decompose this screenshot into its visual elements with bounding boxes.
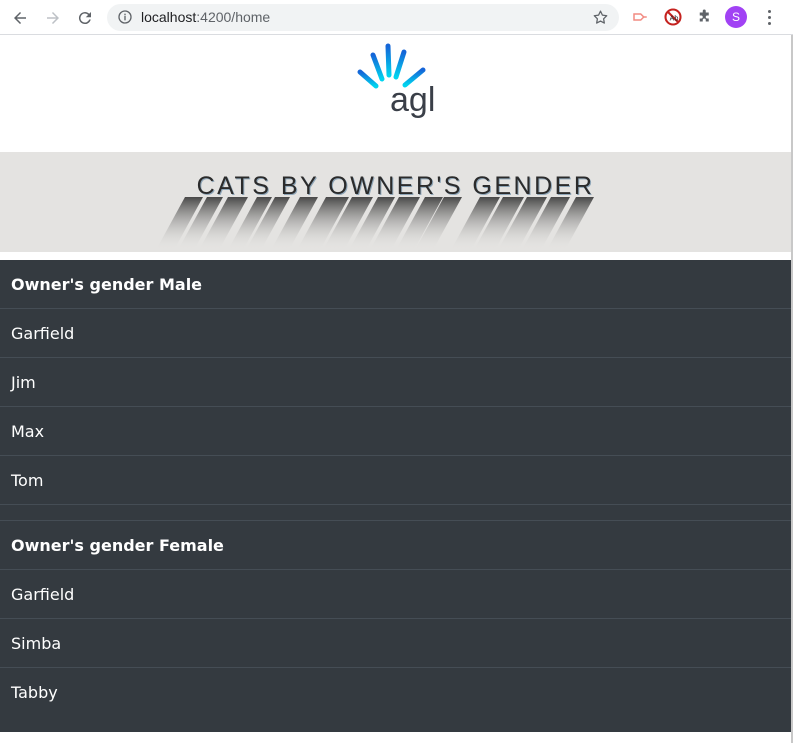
url-host: localhost [141, 9, 197, 25]
avatar-initial: S [731, 10, 740, 24]
adblock-icon[interactable]: Ab [662, 6, 684, 28]
url-text[interactable]: localhost:4200/home [141, 9, 270, 26]
puzzle-icon[interactable] [694, 6, 716, 28]
extension-icon[interactable] [629, 6, 651, 28]
cats-list: Owner's gender Male Garfield Jim Max Tom… [0, 260, 791, 732]
list-item: Simba [0, 619, 791, 668]
url-path: :4200/home [196, 9, 271, 25]
list-item: Garfield [0, 570, 791, 619]
list-item: Tom [0, 456, 791, 505]
list-item: Tabby [11, 683, 58, 702]
forward-arrow-icon[interactable] [40, 5, 66, 31]
more-icon[interactable] [761, 6, 777, 28]
list-item: Jim [0, 358, 791, 407]
star-icon[interactable] [592, 9, 609, 26]
info-icon[interactable] [117, 9, 133, 25]
svg-text:Ab: Ab [670, 14, 679, 22]
back-arrow-icon[interactable] [7, 5, 33, 31]
avatar[interactable]: S [725, 6, 747, 28]
list-item: Garfield [0, 309, 791, 358]
group-header-male: Owner's gender Male [0, 260, 791, 309]
group-header-female: Owner's gender Female [0, 521, 791, 570]
title-banner [0, 152, 791, 252]
reload-icon[interactable] [72, 5, 98, 31]
address-bar[interactable]: localhost:4200/home [107, 4, 619, 31]
page-title: CATS BY OWNER'S GENDER [196, 172, 595, 200]
logo-text: agl [390, 81, 436, 119]
browser-toolbar: localhost:4200/home Ab S [0, 0, 793, 35]
banner-shadow-decoration [156, 197, 594, 250]
group-divider [0, 505, 791, 521]
list-item: Max [0, 407, 791, 456]
